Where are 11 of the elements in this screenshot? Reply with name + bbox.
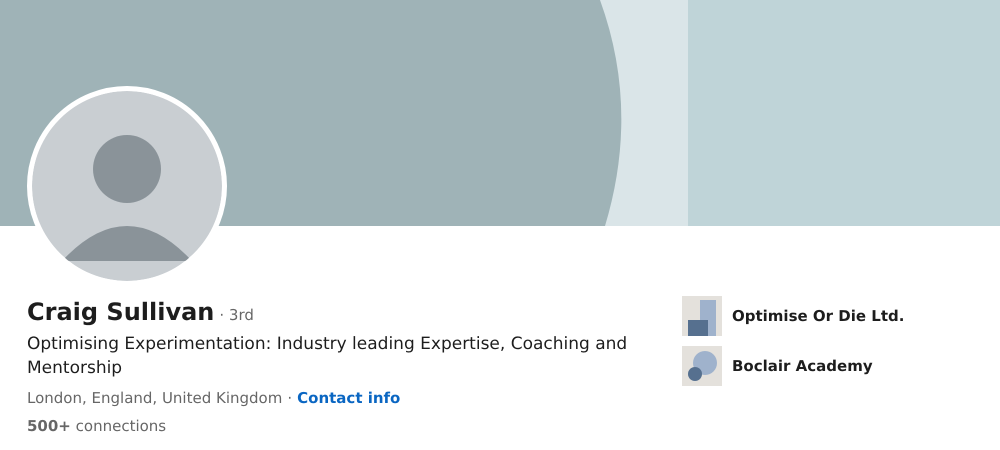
company-name[interactable]: Boclair Academy (732, 357, 873, 375)
connections-count: 500+ connections (27, 417, 168, 435)
contact-info-link[interactable]: Contact info (297, 389, 400, 407)
blocks-icon (682, 296, 722, 336)
circles-icon (682, 346, 722, 386)
profile-name: Craig Sullivan (27, 298, 214, 326)
location-text: London, England, United Kingdom (27, 389, 282, 407)
profile-headline: Optimising Experimentation: Industry leading Expertise, Coaching and Mentorship (27, 333, 628, 380)
connection-degree: · 3rd (219, 306, 254, 324)
separator: · (287, 389, 292, 407)
company-name[interactable]: Optimise Or Die Ltd. (732, 307, 904, 325)
